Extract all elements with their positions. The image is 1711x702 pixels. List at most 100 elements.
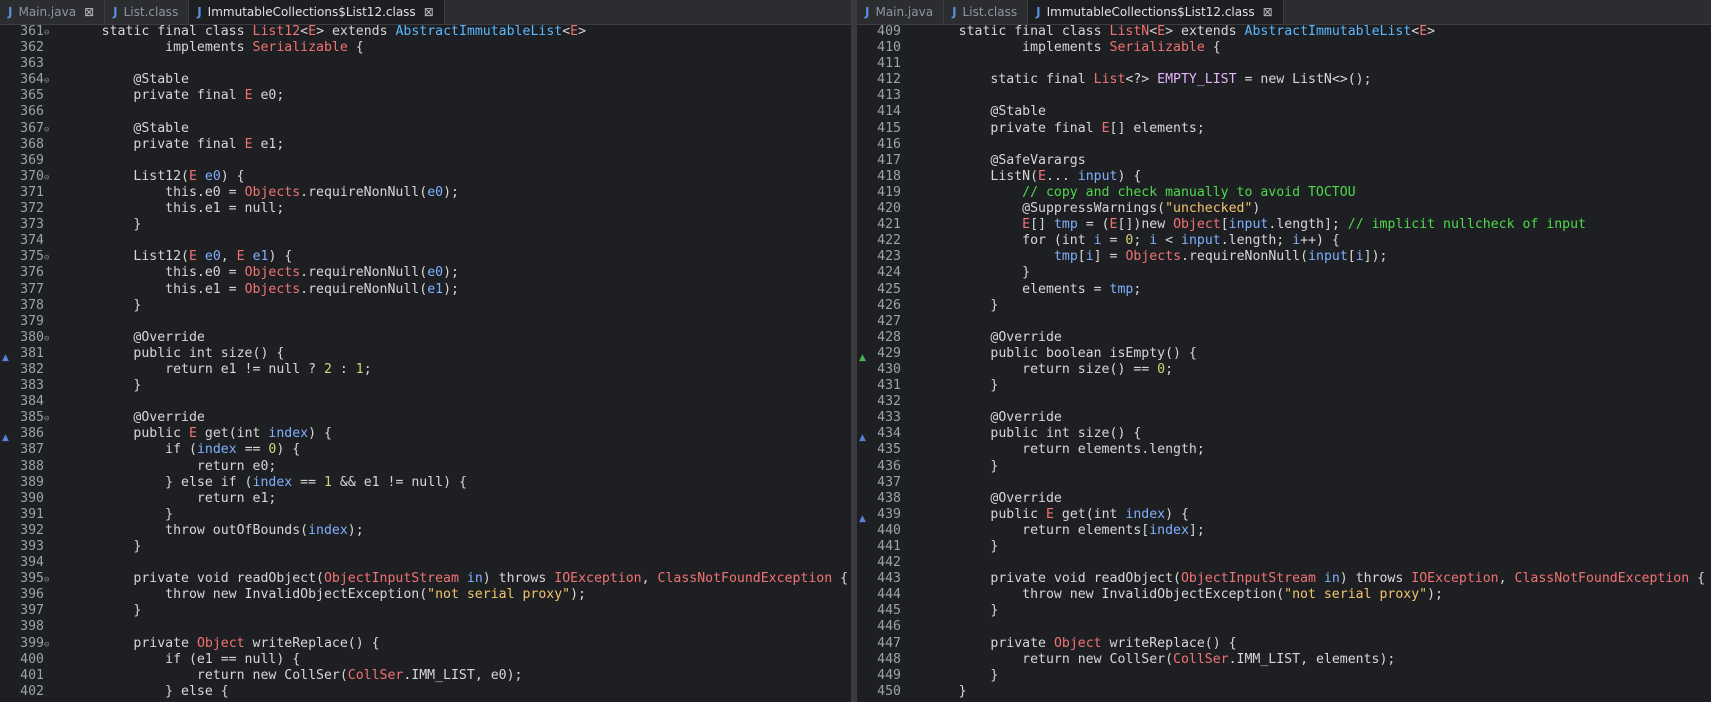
code-line[interactable]: ▲ 429 public boolean isEmpty() { [857, 346, 1711, 363]
fold-toggle-icon[interactable]: ⊖ [44, 331, 54, 347]
code-line[interactable]: 415 private final E[] elements; [857, 121, 1711, 137]
code-line[interactable]: 443 private void readObject(ObjectInputS… [857, 571, 1711, 587]
code-line[interactable]: 414 @Stable [857, 104, 1711, 120]
code-line[interactable]: 421 E[] tmp = (E[])new Object[input.leng… [857, 217, 1711, 233]
code-line[interactable]: ▲ 381 public int size() { [0, 346, 851, 363]
code-line[interactable]: ▲ 439 public E get(int index) { [857, 507, 1711, 524]
code-line[interactable]: 422 for (int i = 0; i < input.length; i+… [857, 233, 1711, 249]
editor-tab[interactable]: J Main.java [857, 0, 945, 24]
code-line[interactable]: 442 [857, 555, 1711, 571]
code-line[interactable]: 387 if (index == 0) { [0, 442, 851, 458]
code-line[interactable]: 391 } [0, 507, 851, 523]
editor-tab[interactable]: J ImmutableCollections$List12.class ⊠ [189, 0, 445, 24]
code-line[interactable]: 431 } [857, 378, 1711, 394]
code-line[interactable]: 362 implements Serializable { [0, 40, 851, 56]
code-line[interactable]: 424 } [857, 265, 1711, 281]
code-line[interactable]: 376 this.e0 = Objects.requireNonNull(e0)… [0, 265, 851, 281]
code-line[interactable]: 390 return e1; [0, 491, 851, 507]
code-line[interactable]: 397 } [0, 603, 851, 619]
code-line[interactable]: 411 [857, 56, 1711, 72]
code-line[interactable]: 377 this.e1 = Objects.requireNonNull(e1)… [0, 282, 851, 298]
code-line[interactable]: 370⊖ List12(E e0) { [0, 169, 851, 185]
editor-tab[interactable]: J List.class [105, 0, 190, 24]
code-line[interactable]: 364⊖ @Stable [0, 72, 851, 88]
code-line[interactable]: 361⊖ static final class List12<E> extend… [0, 24, 851, 40]
code-line[interactable]: 380⊖ @Override [0, 330, 851, 346]
code-line[interactable]: 369 [0, 153, 851, 169]
code-line[interactable]: ▲ 434 public int size() { [857, 426, 1711, 443]
code-line[interactable]: 448 return new CollSer(CollSer.IMM_LIST,… [857, 652, 1711, 668]
code-line[interactable]: 393 } [0, 539, 851, 555]
code-line[interactable]: 418 ListN(E... input) { [857, 169, 1711, 185]
code-line[interactable]: 416 [857, 137, 1711, 153]
code-line[interactable]: 399⊖ private Object writeReplace() { [0, 636, 851, 652]
code-line[interactable]: 447 private Object writeReplace() { [857, 636, 1711, 652]
code-line[interactable]: 384 [0, 394, 851, 410]
code-line[interactable]: 363 [0, 56, 851, 72]
code-line[interactable]: 394 [0, 555, 851, 571]
code-line[interactable]: 435 return elements.length; [857, 442, 1711, 458]
code-line[interactable]: 401 return new CollSer(CollSer.IMM_LIST,… [0, 668, 851, 684]
code-line[interactable]: 396 throw new InvalidObjectException("no… [0, 587, 851, 603]
code-line[interactable]: 440 return elements[index]; [857, 523, 1711, 539]
code-line[interactable]: 366 [0, 104, 851, 120]
code-line[interactable]: 383 } [0, 378, 851, 394]
fold-toggle-icon[interactable]: ⊖ [44, 572, 54, 588]
fold-toggle-icon[interactable]: ⊖ [44, 250, 54, 266]
code-line[interactable]: 389 } else if (index == 1 && e1 != null)… [0, 475, 851, 491]
code-line[interactable]: 372 this.e1 = null; [0, 201, 851, 217]
code-line[interactable]: 395⊖ private void readObject(ObjectInput… [0, 571, 851, 587]
code-line[interactable]: 382 return e1 != null ? 2 : 1; [0, 362, 851, 378]
fold-toggle-icon[interactable]: ⊖ [44, 122, 54, 138]
right-code-area[interactable]: 409 static final class ListN<E> extends … [857, 24, 1711, 700]
code-line[interactable]: 427 [857, 314, 1711, 330]
right-editor-pane[interactable]: J Main.java J List.class J ImmutableCollectio… [857, 0, 1711, 702]
code-line[interactable]: 423 tmp[i] = Objects.requireNonNull(inpu… [857, 249, 1711, 265]
code-line[interactable]: 392 throw outOfBounds(index); [0, 523, 851, 539]
code-line[interactable]: 417 @SafeVarargs [857, 153, 1711, 169]
editor-tab[interactable]: J Main.java ⊠ [0, 0, 106, 24]
code-line[interactable]: 409 static final class ListN<E> extends … [857, 24, 1711, 40]
code-line[interactable]: 413 [857, 88, 1711, 104]
code-line[interactable]: 385⊖ @Override [0, 410, 851, 426]
code-line[interactable]: 420 @SuppressWarnings("unchecked") [857, 201, 1711, 217]
code-line[interactable]: 374 [0, 233, 851, 249]
code-line[interactable]: 436 } [857, 459, 1711, 475]
code-line[interactable]: 441 } [857, 539, 1711, 555]
code-line[interactable]: 402 } else { [0, 684, 851, 700]
code-line[interactable]: 446 [857, 619, 1711, 635]
left-code-area[interactable]: 361⊖ static final class List12<E> extend… [0, 24, 851, 700]
code-line[interactable]: 425 elements = tmp; [857, 282, 1711, 298]
close-tab-icon[interactable]: ⊠ [424, 5, 434, 19]
fold-toggle-icon[interactable]: ⊖ [44, 170, 54, 186]
code-line[interactable]: 432 [857, 394, 1711, 410]
code-line[interactable]: 426 } [857, 298, 1711, 314]
editor-tab[interactable]: J List.class [944, 0, 1029, 24]
left-editor-pane[interactable]: J Main.java ⊠ J List.class J ImmutableCollecti… [0, 0, 851, 702]
code-line[interactable]: 365 private final E e0; [0, 88, 851, 104]
code-line[interactable]: 388 return e0; [0, 459, 851, 475]
fold-toggle-icon[interactable]: ⊖ [44, 637, 54, 653]
code-line[interactable]: 400 if (e1 == null) { [0, 652, 851, 668]
code-line[interactable]: 438 @Override [857, 491, 1711, 507]
code-line[interactable]: 450 } [857, 684, 1711, 700]
fold-toggle-icon[interactable]: ⊖ [44, 411, 54, 427]
code-line[interactable]: 373 } [0, 217, 851, 233]
code-line[interactable]: 371 this.e0 = Objects.requireNonNull(e0)… [0, 185, 851, 201]
code-line[interactable]: 367⊖ @Stable [0, 121, 851, 137]
code-line[interactable]: 378 } [0, 298, 851, 314]
close-tab-icon[interactable]: ⊠ [1263, 5, 1273, 19]
fold-toggle-icon[interactable]: ⊖ [44, 73, 54, 89]
code-line[interactable]: 412 static final List<?> EMPTY_LIST = ne… [857, 72, 1711, 88]
code-line[interactable]: 379 [0, 314, 851, 330]
code-line[interactable]: ▲ 386 public E get(int index) { [0, 426, 851, 443]
close-tab-icon[interactable]: ⊠ [84, 5, 94, 19]
code-line[interactable]: 368 private final E e1; [0, 137, 851, 153]
code-line[interactable]: 444 throw new InvalidObjectException("no… [857, 587, 1711, 603]
code-line[interactable]: 398 [0, 619, 851, 635]
fold-toggle-icon[interactable]: ⊖ [44, 25, 54, 41]
code-line[interactable]: 437 [857, 475, 1711, 491]
code-line[interactable]: 433 @Override [857, 410, 1711, 426]
code-line[interactable]: 419 // copy and check manually to avoid … [857, 185, 1711, 201]
code-line[interactable]: 430 return size() == 0; [857, 362, 1711, 378]
